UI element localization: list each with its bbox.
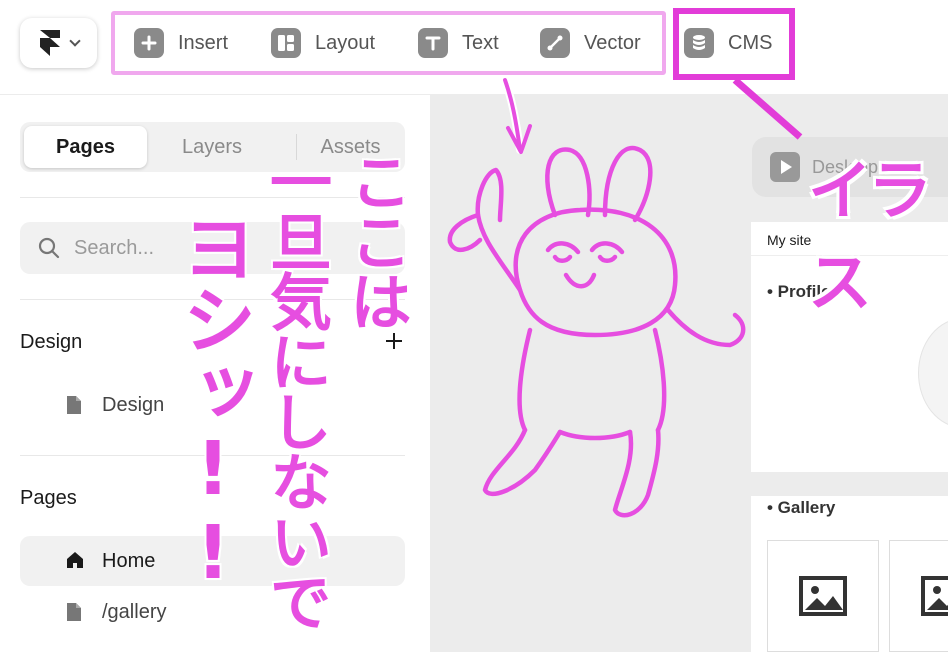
layout-label: Layout <box>315 31 376 54</box>
page-item-label: /gallery <box>102 600 167 623</box>
site-name: My site <box>751 222 948 256</box>
vector-label: Vector <box>584 31 641 54</box>
divider <box>20 299 405 300</box>
file-icon <box>67 603 81 621</box>
insert-label: Insert <box>178 31 229 54</box>
cms-button[interactable]: CMS <box>684 28 772 58</box>
insert-button[interactable]: Insert <box>134 28 228 58</box>
image-placeholder-icon <box>799 576 847 616</box>
text-label: Text <box>462 31 499 54</box>
play-icon <box>770 152 800 182</box>
divider <box>20 197 405 198</box>
gallery-item[interactable] <box>767 540 879 652</box>
preview-label: Desktop <box>812 156 879 177</box>
text-button[interactable]: Text <box>418 28 499 58</box>
divider <box>20 455 405 456</box>
left-sidebar: Pages Layers Assets Design Design Pages … <box>0 95 430 652</box>
chevron-down-icon <box>68 35 81 47</box>
tab-pages[interactable]: Pages <box>24 126 147 168</box>
section-divider <box>751 472 948 496</box>
tab-layers[interactable]: Layers <box>151 126 273 168</box>
top-toolbar: Insert Layout Text Vector CMS <box>0 0 948 95</box>
section-profile-label: • Profile <box>767 282 831 301</box>
image-placeholder-icon <box>921 576 948 616</box>
layout-button[interactable]: Layout <box>271 28 375 58</box>
gallery-item[interactable] <box>889 540 948 652</box>
framer-logo-icon <box>39 30 60 56</box>
page-item-label: Design <box>102 393 165 416</box>
app-root: Insert Layout Text Vector CMS Pages Laye… <box>0 0 948 652</box>
search-input[interactable] <box>74 236 374 260</box>
section-title-design: Design <box>20 331 83 353</box>
app-menu-button[interactable] <box>20 18 97 68</box>
vector-pen-icon <box>540 28 570 58</box>
search-icon <box>38 237 60 259</box>
page-item-label: Home <box>102 549 156 572</box>
tab-assets[interactable]: Assets <box>298 126 403 168</box>
section-title-pages: Pages <box>20 487 77 509</box>
preview-button[interactable]: Desktop <box>752 137 948 197</box>
layout-icon <box>271 28 301 58</box>
search-field[interactable] <box>20 222 405 274</box>
cms-label: CMS <box>728 31 773 54</box>
page-item-design[interactable]: Design <box>20 380 405 430</box>
sidebar-tabs: Pages Layers Assets <box>20 122 405 172</box>
site-frame[interactable]: My site • Profile • Gallery <box>751 222 948 652</box>
home-icon <box>67 552 83 568</box>
section-gallery-label: • Gallery <box>767 498 836 517</box>
file-icon <box>67 396 81 414</box>
add-page-plus-icon[interactable] <box>384 331 404 351</box>
text-icon <box>418 28 448 58</box>
tab-divider <box>296 134 297 160</box>
page-item-home[interactable]: Home <box>20 536 405 586</box>
database-icon <box>684 28 714 58</box>
vector-button[interactable]: Vector <box>540 28 641 58</box>
plus-icon <box>134 28 164 58</box>
page-item-gallery[interactable]: /gallery <box>20 587 405 637</box>
